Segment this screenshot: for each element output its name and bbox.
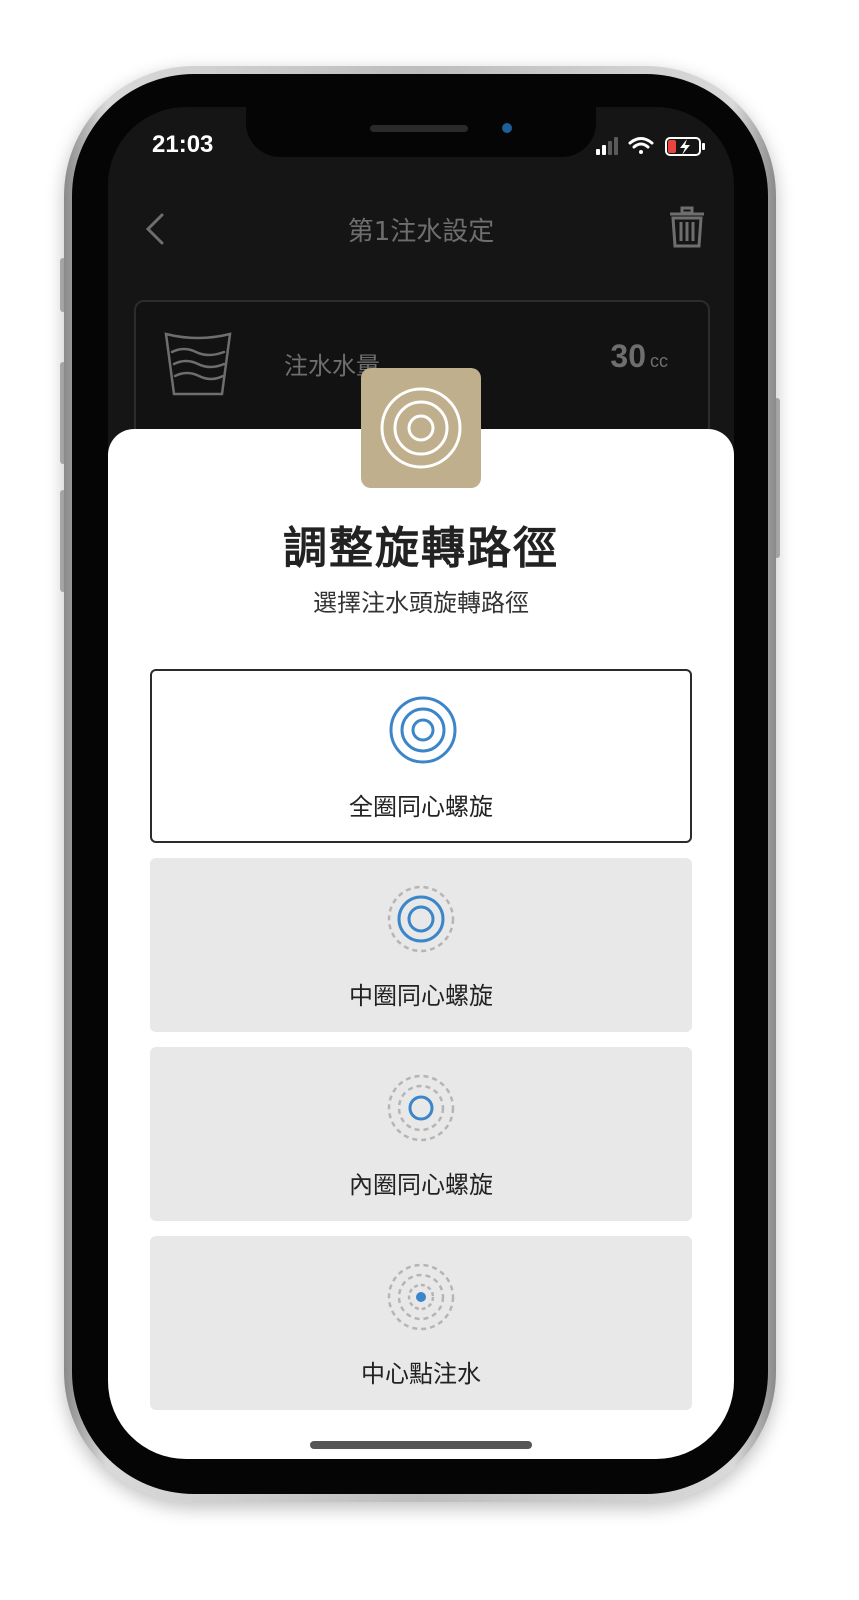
sheet-subtitle: 選擇注水頭旋轉路徑: [313, 589, 529, 617]
battery-low-icon: [665, 137, 705, 156]
sheet-title: 調整旋轉路徑: [283, 523, 559, 574]
phone-screen: 21:03 第1注水設定 注水水量 30 cc 調整旋轉路徑 選擇注水頭旋轉路徑…: [108, 107, 734, 1459]
concentric-circles-icon: [380, 387, 462, 469]
front-camera: [502, 123, 512, 133]
trash-icon: [670, 206, 704, 248]
wifi-icon: [628, 137, 654, 154]
signal-icon: [596, 137, 618, 155]
inner-spiral-icon: [387, 1074, 455, 1142]
water-volume-unit: cc: [650, 351, 668, 371]
stage: 21:03 第1注水設定 注水水量 30 cc 調整旋轉路徑 選擇注水頭旋轉路徑…: [0, 0, 859, 1600]
option-center-point[interactable]: 中心點注水: [150, 1236, 692, 1410]
sheet-badge: [361, 368, 481, 488]
water-cup-icon: [164, 332, 232, 396]
status-time: 21:03: [152, 131, 214, 158]
status-icons: [596, 135, 708, 157]
middle-spiral-icon: [387, 885, 455, 953]
home-indicator[interactable]: [310, 1441, 532, 1449]
option-inner-spiral[interactable]: 內圈同心螺旋: [150, 1047, 692, 1221]
option-label: 內圈同心螺旋: [349, 1171, 493, 1199]
option-middle-spiral[interactable]: 中圈同心螺旋: [150, 858, 692, 1032]
option-full-spiral[interactable]: 全圈同心螺旋: [150, 669, 692, 843]
page-title: 第1注水設定: [347, 217, 495, 247]
center-point-icon: [387, 1263, 455, 1331]
option-label: 全圈同心螺旋: [349, 793, 493, 821]
speaker-grille: [370, 125, 468, 132]
option-label: 中心點注水: [361, 1360, 481, 1388]
option-label: 中圈同心螺旋: [349, 982, 493, 1010]
delete-button[interactable]: [666, 205, 708, 249]
notch: [246, 107, 596, 157]
full-spiral-icon: [389, 696, 457, 764]
water-volume-number: 30: [610, 338, 646, 374]
water-volume-value: 30 cc: [610, 338, 668, 375]
